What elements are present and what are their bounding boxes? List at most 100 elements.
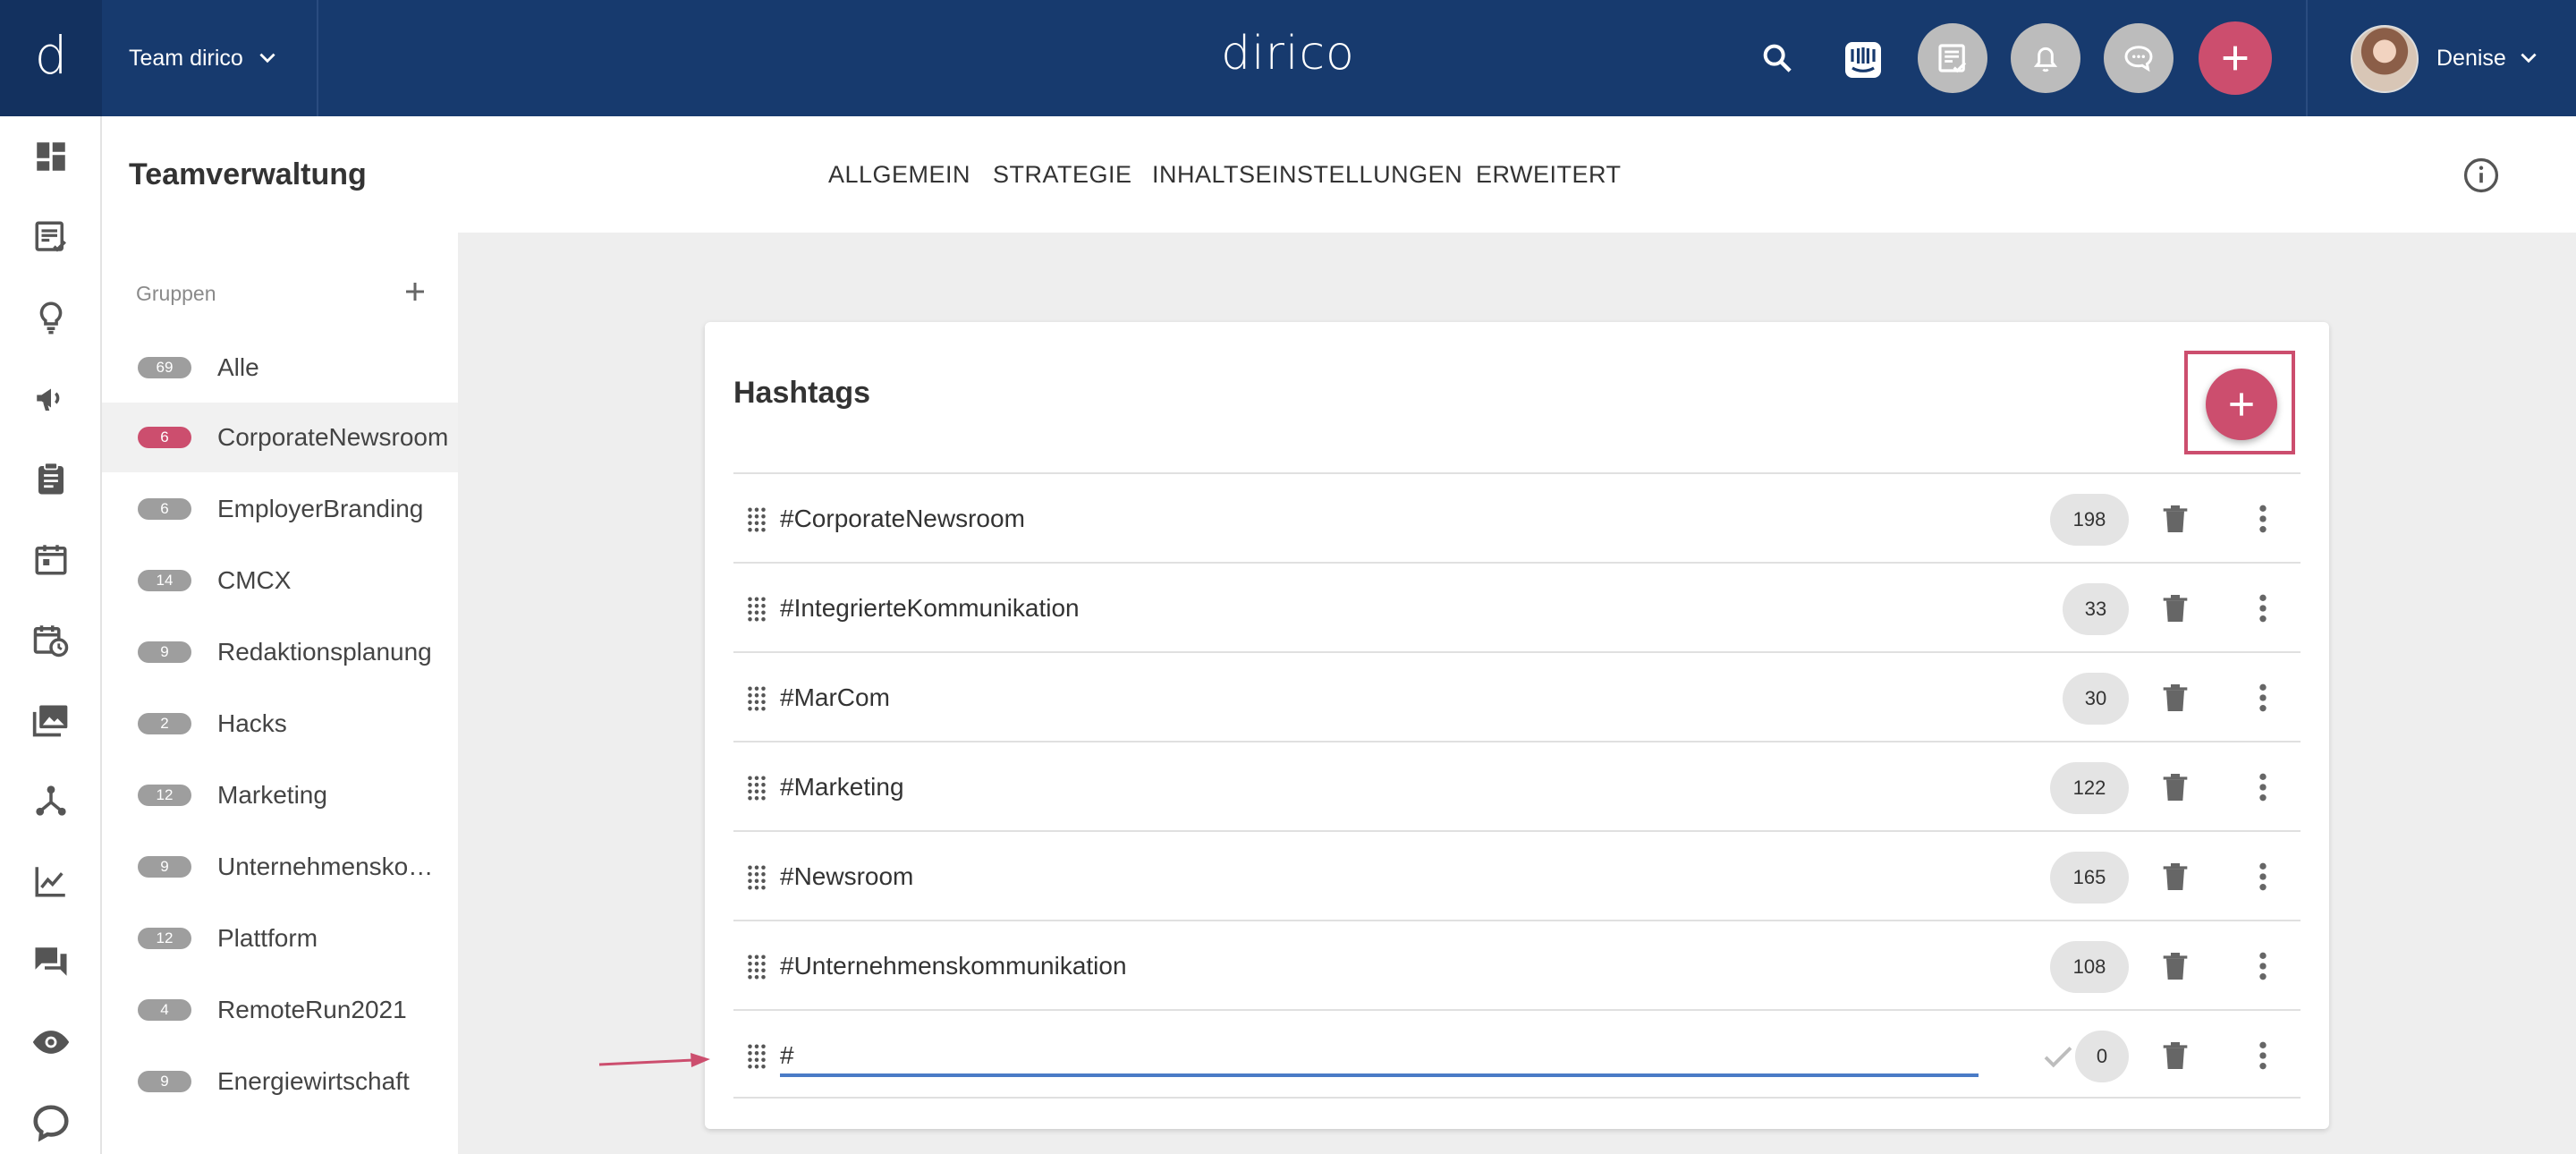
avatar[interactable] (2351, 25, 2419, 93)
group-item-energiewirtschaft[interactable]: 9 Energiewirtschaft (102, 1047, 458, 1116)
tab-erweitert[interactable]: ERWEITERT (1476, 116, 1622, 233)
more-vertical-icon[interactable] (2245, 590, 2281, 626)
rail-schedule[interactable] (30, 619, 72, 660)
network-icon (36, 785, 66, 816)
group-item-redaktionsplanung[interactable]: 9 Redaktionsplanung (102, 617, 458, 687)
search-button[interactable] (1757, 38, 1798, 79)
user-menu[interactable]: Denise (2436, 0, 2540, 116)
trash-icon[interactable] (2157, 501, 2193, 537)
tab-allgemein[interactable]: ALLGEMEIN (828, 116, 970, 233)
group-item-alle[interactable]: 69 Alle (102, 333, 458, 403)
create-button[interactable] (2199, 21, 2272, 95)
more-vertical-icon[interactable] (2245, 948, 2281, 984)
group-label: RemoteRun2021 (217, 996, 407, 1023)
trash-icon[interactable] (2157, 680, 2193, 716)
plus-icon (2223, 46, 2248, 71)
group-item-plattform[interactable]: 12 Plattform (102, 904, 458, 973)
rail-network[interactable] (30, 780, 72, 821)
messages-button[interactable] (2104, 23, 2174, 93)
add-group-icon[interactable] (397, 274, 433, 310)
app-logo[interactable]: d (0, 0, 102, 116)
schedule-icon (33, 625, 69, 658)
trash-icon[interactable] (2157, 1038, 2193, 1073)
hashtag-label: #Newsroom (780, 862, 914, 890)
group-item-corporatenewsroom[interactable]: 6 CorporateNewsroom (102, 403, 458, 472)
chevron-down-icon (259, 53, 275, 64)
group-label: Redaktionsplanung (217, 638, 432, 666)
rail-media[interactable] (30, 700, 72, 741)
group-label: Unternehmenskom… (217, 853, 452, 880)
rail-comments[interactable] (30, 941, 72, 982)
intercom-button[interactable] (1841, 38, 1885, 82)
drag-handle-icon[interactable] (746, 1043, 767, 1070)
group-label: Alle (217, 353, 259, 381)
rail-preview[interactable] (30, 1022, 72, 1063)
group-item-marketing[interactable]: 12 Marketing (102, 760, 458, 830)
chat-icon (2124, 46, 2153, 72)
more-vertical-icon[interactable] (2245, 859, 2281, 895)
hashtags-title: Hashtags (733, 376, 871, 410)
trash-icon[interactable] (2157, 859, 2193, 895)
tab-strategie[interactable]: STRATEGIE (993, 116, 1132, 233)
rail-ideas[interactable] (30, 297, 72, 338)
tab-inhaltseinstellungen[interactable]: INHALTSEINSTELLUNGEN (1152, 116, 1462, 233)
rail-content[interactable] (30, 216, 72, 258)
trash-icon[interactable] (2157, 769, 2193, 805)
trash-icon[interactable] (2157, 948, 2193, 984)
top-bar: d Team dirico dirico Denise (0, 0, 2576, 116)
group-item-hacks[interactable]: 2 Hacks (102, 689, 458, 759)
group-label: Marketing (217, 781, 327, 809)
logo-glyph: d (34, 25, 68, 86)
chevron-down-icon (2521, 53, 2537, 64)
more-vertical-icon[interactable] (2245, 680, 2281, 716)
rail-calendar[interactable] (30, 539, 72, 580)
group-count-badge: 12 (138, 785, 191, 806)
drag-handle-icon[interactable] (746, 864, 767, 891)
usage-count-badge: 122 (2050, 762, 2129, 814)
rail-briefings[interactable] (30, 458, 72, 499)
group-count-badge: 6 (138, 427, 191, 448)
eye-icon (32, 1031, 70, 1054)
drag-handle-icon[interactable] (746, 954, 767, 980)
group-count-badge: 6 (138, 498, 191, 520)
user-name: Denise (2436, 45, 2506, 71)
rail-campaigns[interactable] (30, 378, 72, 419)
team-switcher[interactable]: Team dirico (129, 0, 279, 116)
calendar-icon (35, 545, 67, 575)
comments-icon (35, 947, 67, 976)
add-hashtag-button[interactable] (2206, 369, 2277, 440)
more-vertical-icon[interactable] (2245, 1038, 2281, 1073)
sub-header: Teamverwaltung ALLGEMEIN STRATEGIE INHAL… (102, 116, 2576, 233)
page-title: Teamverwaltung (129, 157, 367, 191)
usage-count-badge: 33 (2063, 583, 2129, 635)
rail-dashboard[interactable] (30, 136, 72, 177)
drag-handle-icon[interactable] (746, 775, 767, 802)
group-item-unternehmenskommunikation[interactable]: 9 Unternehmenskom… (102, 832, 458, 902)
more-vertical-icon[interactable] (2245, 769, 2281, 805)
new-hashtag-input[interactable] (780, 1036, 1979, 1077)
info-icon[interactable] (2462, 156, 2501, 195)
drag-handle-icon[interactable] (746, 685, 767, 712)
group-item-employerbranding[interactable]: 6 EmployerBranding (102, 474, 458, 544)
usage-count-badge: 30 (2063, 673, 2129, 725)
more-vertical-icon[interactable] (2245, 501, 2281, 537)
media-icon (32, 705, 68, 737)
tasks-button[interactable] (1918, 23, 1987, 93)
group-item-cmcx[interactable]: 14 CMCX (102, 546, 458, 615)
hashtag-label: #Unternehmenskommunikation (780, 952, 1127, 980)
check-icon[interactable] (2039, 1038, 2077, 1075)
hashtag-label: #Marketing (780, 773, 904, 801)
drag-handle-icon[interactable] (746, 596, 767, 623)
rail-analytics[interactable] (30, 861, 72, 902)
hashtags-card: Hashtags #CorporateNewsroom 198 #Integri… (705, 322, 2329, 1129)
rail-help[interactable] (30, 1102, 72, 1143)
notifications-button[interactable] (2011, 23, 2080, 93)
group-label: CMCX (217, 566, 292, 594)
icon-rail (0, 116, 102, 1154)
trash-icon[interactable] (2157, 590, 2193, 626)
dashboard-icon (37, 142, 65, 171)
usage-count-badge: 198 (2050, 494, 2129, 546)
drag-handle-icon[interactable] (746, 506, 767, 533)
brand-wordmark: dirico (1221, 27, 1355, 81)
group-item-remoterun2021[interactable]: 4 RemoteRun2021 (102, 975, 458, 1045)
